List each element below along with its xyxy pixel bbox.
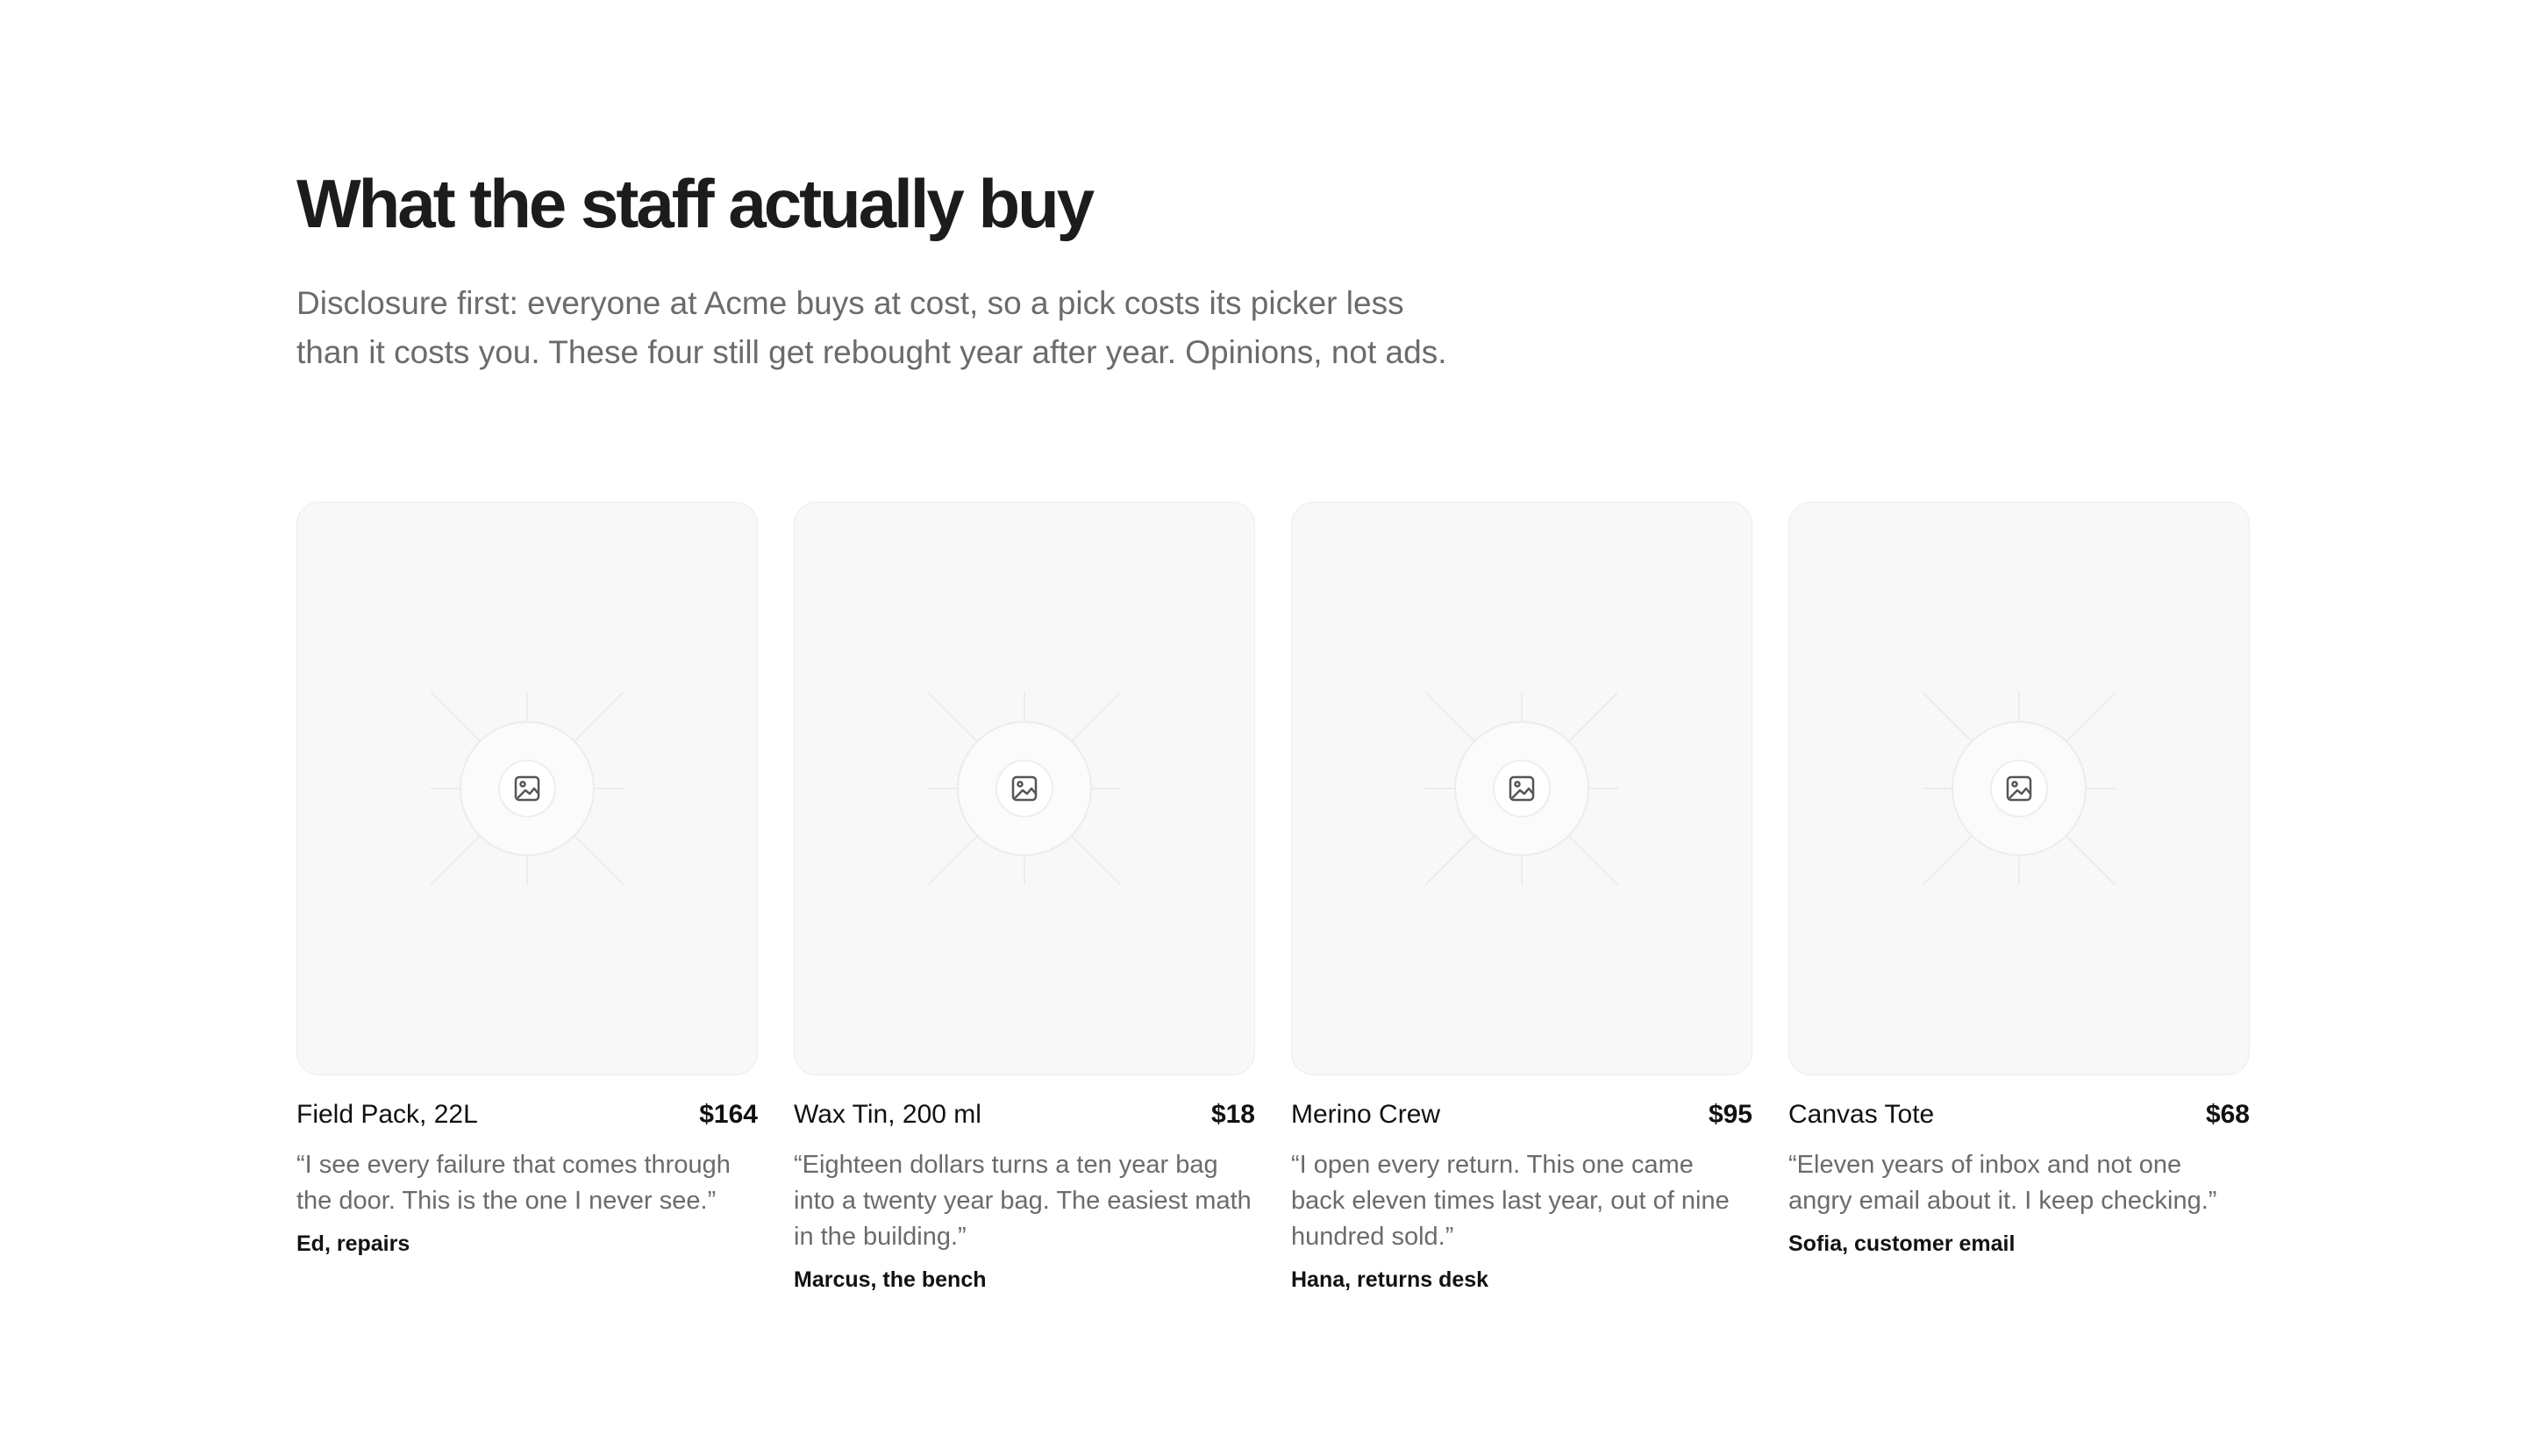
product-price: $68: [2205, 1100, 2250, 1129]
section-intro: Disclosure first: everyone at Acme buys …: [296, 285, 1447, 370]
product-meta: Field Pack, 22L $164: [296, 1096, 758, 1133]
product-card-field-pack[interactable]: Field Pack, 22L $164 “I see every failur…: [296, 502, 758, 1295]
product-card-merino-crew[interactable]: Merino Crew $95 “I open every return. Th…: [1291, 502, 1752, 1295]
staff-picks-section: What the staff actually buy Disclosure f…: [296, 158, 2250, 1292]
product-image[interactable]: [794, 502, 1255, 1075]
product-meta: Merino Crew $95: [1291, 1096, 1752, 1133]
product-grid: Field Pack, 22L $164 “I see every failur…: [296, 502, 2250, 1295]
product-image[interactable]: [296, 502, 758, 1075]
product-card-wax-tin[interactable]: Wax Tin, 200 ml $18 “Eighteen dollars tu…: [794, 502, 1255, 1295]
product-price: $164: [699, 1100, 758, 1129]
section-title: What the staff actually buy: [296, 165, 1095, 242]
staff-quote: “I open every return. This one came back…: [1291, 1151, 1730, 1251]
image-placeholder: [1425, 692, 1618, 885]
staff-attribution: Sofia, customer email: [1788, 1231, 2016, 1256]
product-price: $18: [1210, 1100, 1255, 1129]
product-name[interactable]: Merino Crew: [1291, 1096, 1440, 1133]
image-icon: [928, 692, 1121, 885]
product-meta: Canvas Tote $68: [1788, 1096, 2250, 1133]
staff-quote: “Eighteen dollars turns a ten year bag i…: [794, 1151, 1252, 1251]
staff-attribution: Ed, repairs: [296, 1231, 410, 1256]
staff-quote: “I see every failure that comes through …: [296, 1151, 731, 1215]
product-image[interactable]: [1788, 502, 2250, 1075]
image-icon: [1923, 692, 2116, 885]
image-placeholder: [431, 692, 624, 885]
image-icon: [1425, 692, 1618, 885]
product-image[interactable]: [1291, 502, 1752, 1075]
staff-attribution: Marcus, the bench: [794, 1267, 987, 1292]
image-placeholder: [928, 692, 1121, 885]
product-card-canvas-tote[interactable]: Canvas Tote $68 “Eleven years of inbox a…: [1788, 502, 2250, 1295]
image-icon: [431, 692, 624, 885]
product-price: $95: [1708, 1100, 1752, 1129]
staff-quote: “Eleven years of inbox and not one angry…: [1788, 1151, 2217, 1215]
product-name[interactable]: Field Pack, 22L: [296, 1096, 478, 1133]
staff-attribution: Hana, returns desk: [1291, 1267, 1489, 1292]
product-name[interactable]: Wax Tin, 200 ml: [794, 1096, 981, 1133]
image-placeholder: [1923, 692, 2116, 885]
product-name[interactable]: Canvas Tote: [1788, 1096, 1934, 1133]
product-meta: Wax Tin, 200 ml $18: [794, 1096, 1255, 1133]
